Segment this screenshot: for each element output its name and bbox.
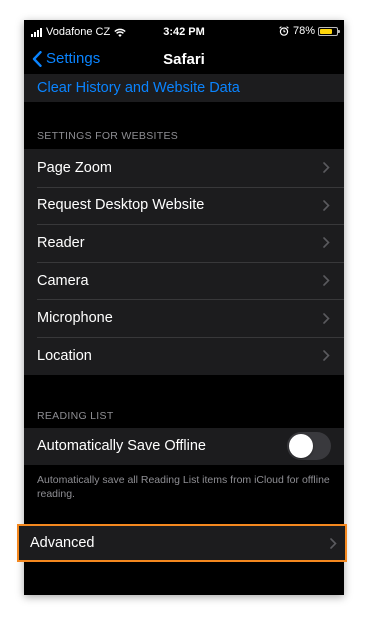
section-header-websites: SETTINGS FOR WEBSITES [37,130,179,142]
battery-icon [318,26,340,36]
chevron-right-icon [330,537,337,549]
phone-screen: Vodafone CZ 3:42 PM 78% Settings Safari … [24,20,344,595]
row-label: Reader [37,234,85,251]
navigation-bar: Settings Safari [24,44,344,74]
row-label: Camera [37,272,89,289]
row-camera[interactable]: Camera [24,261,344,300]
clear-history-group: Clear History and Website Data [24,74,344,102]
auto-save-toggle[interactable] [287,432,331,461]
chevron-right-icon [323,237,330,249]
row-page-zoom[interactable]: Page Zoom [24,149,344,187]
row-advanced[interactable]: Advanced [17,524,347,562]
toggle-knob [289,434,313,459]
reading-list-footer: Automatically save all Reading List item… [37,474,330,501]
settings-list[interactable]: Clear History and Website Data SETTINGS … [24,74,344,595]
row-label: Automatically Save Offline [37,438,206,455]
row-label: Advanced [30,535,95,551]
row-auto-save-offline: Automatically Save Offline [24,428,344,466]
alarm-icon [279,26,289,36]
row-label: Request Desktop Website [37,197,205,214]
row-reader[interactable]: Reader [24,224,344,262]
websites-group: Page Zoom Request Desktop Website Reader… [24,149,344,375]
chevron-right-icon [323,162,330,174]
page-title: Safari [163,51,205,68]
reading-list-group: Automatically Save Offline [24,427,344,466]
row-location[interactable]: Location [24,336,344,375]
row-label: Page Zoom [37,159,112,176]
row-request-desktop-website[interactable]: Request Desktop Website [24,186,344,225]
row-label: Location [37,347,92,364]
chevron-right-icon [323,312,330,324]
row-microphone[interactable]: Microphone [24,299,344,337]
section-header-reading-list: READING LIST [37,409,114,422]
chevron-right-icon [323,200,330,211]
clear-history-link[interactable]: Clear History and Website Data [24,74,344,102]
status-right: 78% [279,25,340,37]
row-label: Microphone [37,310,113,327]
chevron-right-icon [323,350,330,362]
status-bar: Vodafone CZ 3:42 PM 78% [24,20,344,44]
battery-percent: 78% [292,25,315,37]
chevron-right-icon [323,275,330,286]
